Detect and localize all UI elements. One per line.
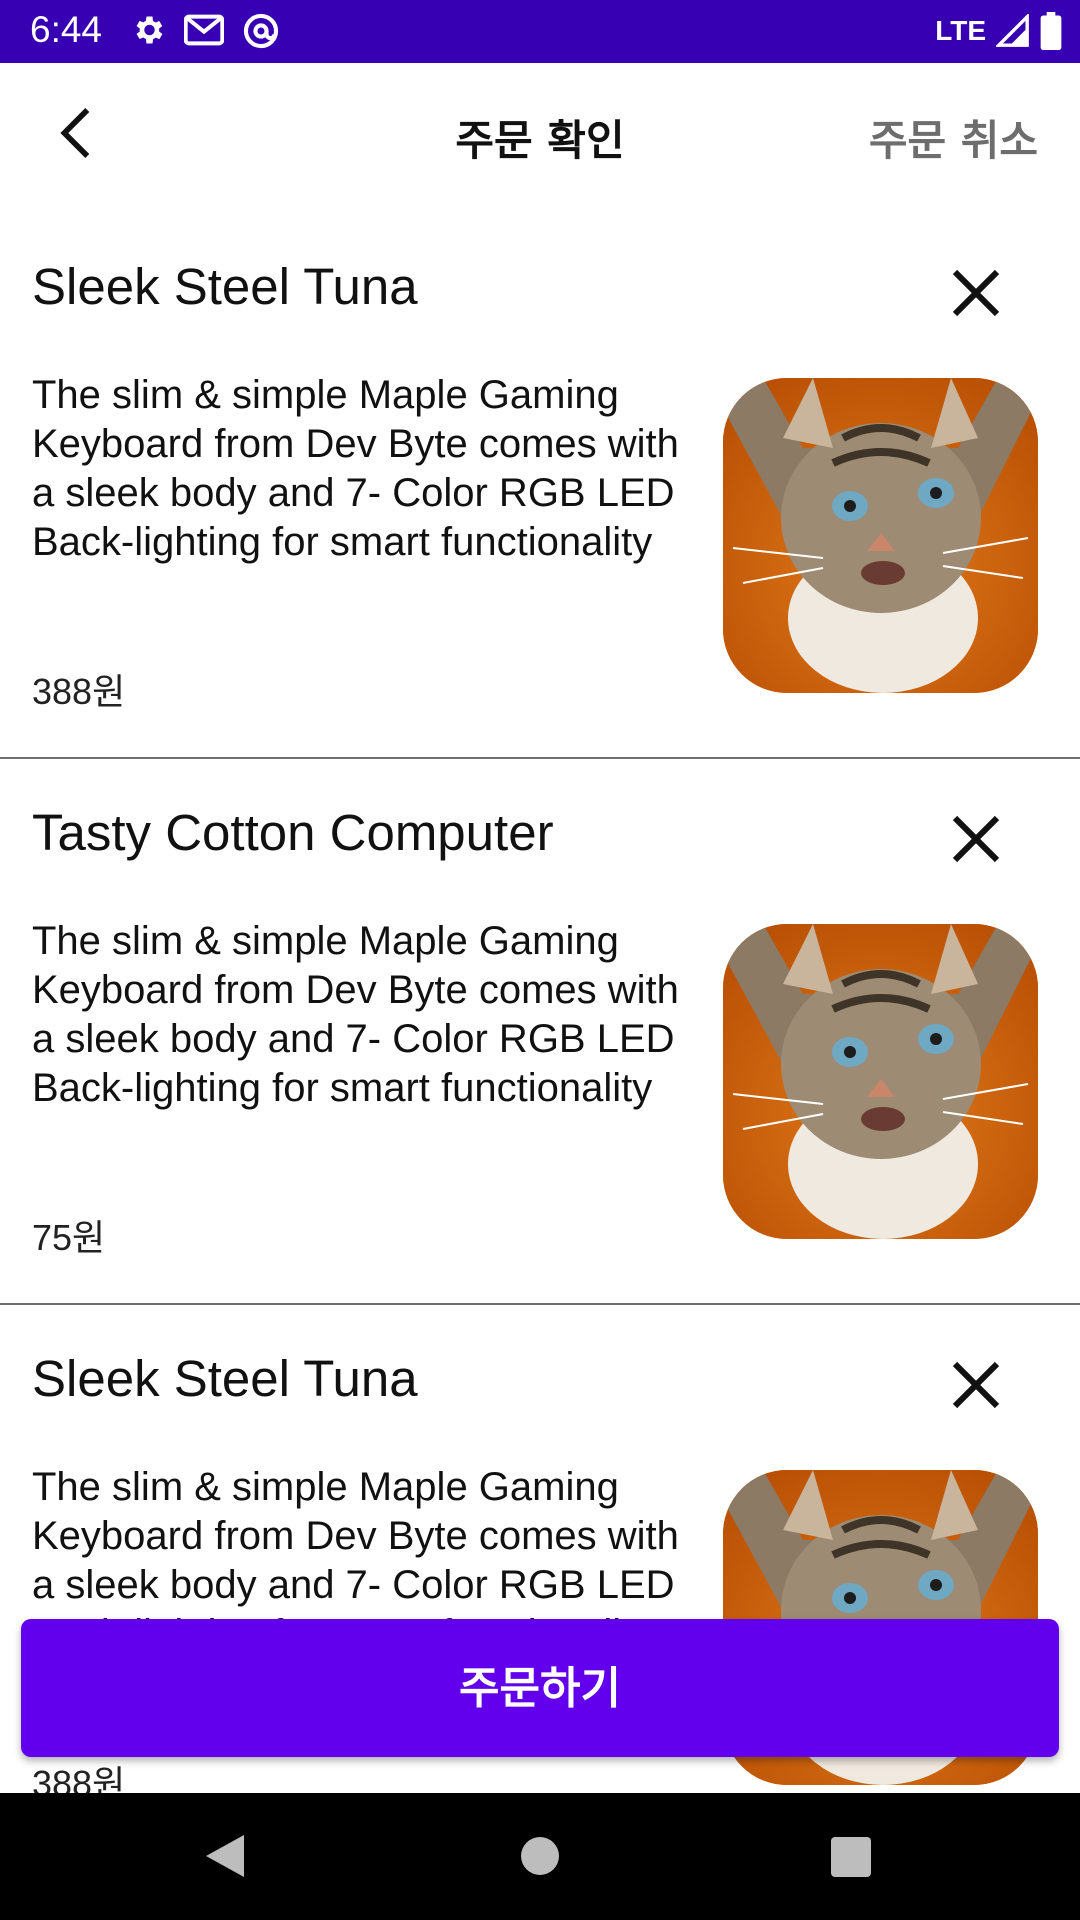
item-price: 75원 [32,1217,106,1258]
nav-recents-icon[interactable] [831,1837,871,1877]
item-price: 388원 [32,671,126,712]
nav-home-icon[interactable] [521,1837,559,1875]
list-item: Sleek Steel Tuna The slim & simple Maple… [0,213,1080,759]
item-title: Sleek Steel Tuna [32,1350,418,1407]
gmail-icon [184,14,224,46]
close-icon[interactable] [948,1357,1004,1413]
item-title: Tasty Cotton Computer [32,804,554,861]
gear-icon [136,16,163,44]
status-time: 6:44 [30,9,103,50]
signal-icon [996,14,1029,47]
item-description: The slim & simple Maple Gaming Keyboard … [32,919,679,1110]
item-description: The slim & simple Maple Gaming Keyboard … [32,373,679,564]
close-icon[interactable] [948,265,1004,321]
system-nav-bar [0,1793,1080,1920]
network-type: LTE [935,15,986,46]
place-order-button[interactable]: 주문하기 [21,1619,1059,1757]
product-image [723,924,1038,1239]
product-image [723,378,1038,693]
order-item-list: Sleek Steel Tuna The slim & simple Maple… [0,213,1080,1793]
item-title: Sleek Steel Tuna [32,258,418,315]
at-sign-icon [243,13,279,49]
close-icon[interactable] [948,811,1004,867]
item-price: 388원 [32,1763,126,1793]
status-bar: 6:44 LTE [0,0,1080,63]
list-item: Tasty Cotton Computer The slim & simple … [0,759,1080,1305]
app-bar: 주문 확인 주문 취소 [0,63,1080,213]
nav-back-icon[interactable] [204,1833,246,1879]
cancel-order-button[interactable]: 주문 취소 [869,107,1038,168]
battery-icon [1040,12,1062,50]
